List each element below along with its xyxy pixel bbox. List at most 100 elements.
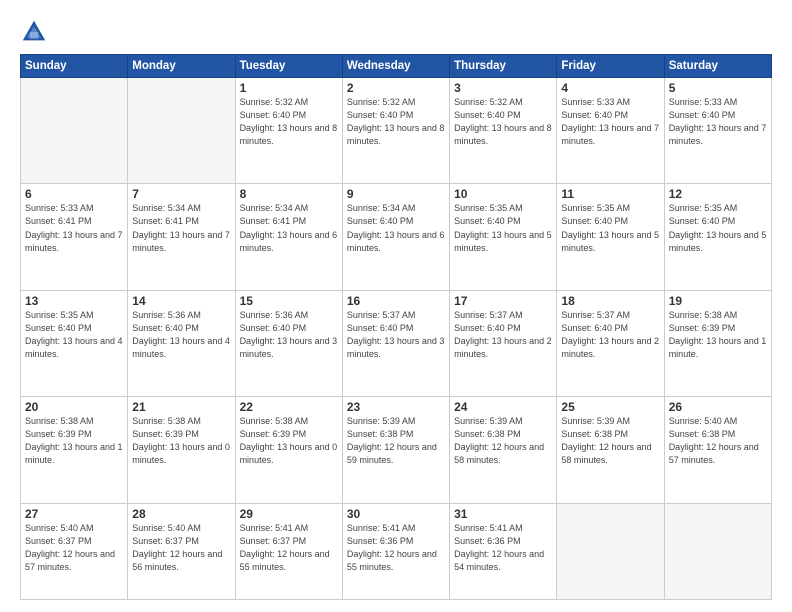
calendar-cell: 13Sunrise: 5:35 AM Sunset: 6:40 PM Dayli… <box>21 290 128 396</box>
calendar-cell: 21Sunrise: 5:38 AM Sunset: 6:39 PM Dayli… <box>128 397 235 503</box>
day-number: 27 <box>25 507 123 521</box>
day-number: 21 <box>132 400 230 414</box>
calendar-cell: 7Sunrise: 5:34 AM Sunset: 6:41 PM Daylig… <box>128 184 235 290</box>
day-info: Sunrise: 5:35 AM Sunset: 6:40 PM Dayligh… <box>454 202 552 254</box>
day-info: Sunrise: 5:41 AM Sunset: 6:36 PM Dayligh… <box>454 522 552 574</box>
day-number: 9 <box>347 187 445 201</box>
day-info: Sunrise: 5:39 AM Sunset: 6:38 PM Dayligh… <box>454 415 552 467</box>
calendar-cell <box>128 78 235 184</box>
weekday-header-monday: Monday <box>128 55 235 78</box>
day-number: 1 <box>240 81 338 95</box>
day-info: Sunrise: 5:41 AM Sunset: 6:37 PM Dayligh… <box>240 522 338 574</box>
day-info: Sunrise: 5:35 AM Sunset: 6:40 PM Dayligh… <box>669 202 767 254</box>
day-number: 15 <box>240 294 338 308</box>
day-info: Sunrise: 5:33 AM Sunset: 6:41 PM Dayligh… <box>25 202 123 254</box>
calendar-cell: 23Sunrise: 5:39 AM Sunset: 6:38 PM Dayli… <box>342 397 449 503</box>
calendar-cell: 2Sunrise: 5:32 AM Sunset: 6:40 PM Daylig… <box>342 78 449 184</box>
week-row-2: 6Sunrise: 5:33 AM Sunset: 6:41 PM Daylig… <box>21 184 772 290</box>
day-info: Sunrise: 5:32 AM Sunset: 6:40 PM Dayligh… <box>454 96 552 148</box>
day-info: Sunrise: 5:41 AM Sunset: 6:36 PM Dayligh… <box>347 522 445 574</box>
day-number: 4 <box>561 81 659 95</box>
calendar-cell: 16Sunrise: 5:37 AM Sunset: 6:40 PM Dayli… <box>342 290 449 396</box>
day-number: 29 <box>240 507 338 521</box>
calendar-cell: 25Sunrise: 5:39 AM Sunset: 6:38 PM Dayli… <box>557 397 664 503</box>
day-info: Sunrise: 5:32 AM Sunset: 6:40 PM Dayligh… <box>240 96 338 148</box>
day-number: 28 <box>132 507 230 521</box>
week-row-4: 20 Sunrise: 5:38 AM Sunset: 6:39 PM Dayli… <box>21 397 772 503</box>
weekday-header-row: SundayMondayTuesdayWednesdayThursdayFrid… <box>21 55 772 78</box>
day-info: Sunrise: 5:38 AM Sunset: 6:39 PM Dayligh… <box>669 309 767 361</box>
day-info: Sunrise: 5:40 AM Sunset: 6:37 PM Dayligh… <box>25 522 123 574</box>
weekday-header-tuesday: Tuesday <box>235 55 342 78</box>
day-number: 26 <box>669 400 767 414</box>
calendar-cell: 4Sunrise: 5:33 AM Sunset: 6:40 PM Daylig… <box>557 78 664 184</box>
weekday-header-wednesday: Wednesday <box>342 55 449 78</box>
day-number: 13 <box>25 294 123 308</box>
day-info: Sunrise: 5:34 AM Sunset: 6:41 PM Dayligh… <box>132 202 230 254</box>
day-info: Sunrise: 5:33 AM Sunset: 6:40 PM Dayligh… <box>669 96 767 148</box>
day-number: 3 <box>454 81 552 95</box>
calendar-cell: 10Sunrise: 5:35 AM Sunset: 6:40 PM Dayli… <box>450 184 557 290</box>
day-info: Sunrise: 5:37 AM Sunset: 6:40 PM Dayligh… <box>347 309 445 361</box>
day-info: Sunrise: 5:39 AM Sunset: 6:38 PM Dayligh… <box>347 415 445 467</box>
calendar-cell: 27Sunrise: 5:40 AM Sunset: 6:37 PM Dayli… <box>21 503 128 599</box>
calendar-cell: 20Sunrise: 5:38 AM Sunset: 6:39 PM Dayli… <box>21 397 128 503</box>
day-info: Sunrise: 5:35 AM Sunset: 6:40 PM Dayligh… <box>561 202 659 254</box>
header <box>20 18 772 46</box>
day-info: Sunrise: 5:38 AM Sunset: 6:39 PM Dayligh… <box>132 415 230 467</box>
day-number: 10 <box>454 187 552 201</box>
weekday-header-thursday: Thursday <box>450 55 557 78</box>
day-info: Sunrise: 5:36 AM Sunset: 6:40 PM Dayligh… <box>240 309 338 361</box>
calendar-cell: 3Sunrise: 5:32 AM Sunset: 6:40 PM Daylig… <box>450 78 557 184</box>
calendar-cell: 19Sunrise: 5:38 AM Sunset: 6:39 PM Dayli… <box>664 290 771 396</box>
calendar: SundayMondayTuesdayWednesdayThursdayFrid… <box>20 54 772 600</box>
calendar-cell: 9Sunrise: 5:34 AM Sunset: 6:40 PM Daylig… <box>342 184 449 290</box>
calendar-cell: 14Sunrise: 5:36 AM Sunset: 6:40 PM Dayli… <box>128 290 235 396</box>
day-number: 31 <box>454 507 552 521</box>
logo <box>20 18 52 46</box>
day-number: 17 <box>454 294 552 308</box>
day-number: 7 <box>132 187 230 201</box>
day-number: 14 <box>132 294 230 308</box>
day-number: 16 <box>347 294 445 308</box>
calendar-cell: 26Sunrise: 5:40 AM Sunset: 6:38 PM Dayli… <box>664 397 771 503</box>
day-number: 30 <box>347 507 445 521</box>
day-number: 2 <box>347 81 445 95</box>
calendar-cell: 15Sunrise: 5:36 AM Sunset: 6:40 PM Dayli… <box>235 290 342 396</box>
day-info: Sunrise: 5:36 AM Sunset: 6:40 PM Dayligh… <box>132 309 230 361</box>
calendar-cell: 1Sunrise: 5:32 AM Sunset: 6:40 PM Daylig… <box>235 78 342 184</box>
calendar-cell: 30Sunrise: 5:41 AM Sunset: 6:36 PM Dayli… <box>342 503 449 599</box>
day-number: 11 <box>561 187 659 201</box>
day-info: Sunrise: 5:33 AM Sunset: 6:40 PM Dayligh… <box>561 96 659 148</box>
calendar-cell: 5Sunrise: 5:33 AM Sunset: 6:40 PM Daylig… <box>664 78 771 184</box>
day-number: 19 <box>669 294 767 308</box>
day-info: Sunrise: 5:39 AM Sunset: 6:38 PM Dayligh… <box>561 415 659 467</box>
calendar-cell: 31Sunrise: 5:41 AM Sunset: 6:36 PM Dayli… <box>450 503 557 599</box>
day-info: Sunrise: 5:38 AM Sunset: 6:39 PM Dayligh… <box>240 415 338 467</box>
calendar-cell <box>21 78 128 184</box>
page: SundayMondayTuesdayWednesdayThursdayFrid… <box>0 0 792 612</box>
week-row-1: 1Sunrise: 5:32 AM Sunset: 6:40 PM Daylig… <box>21 78 772 184</box>
weekday-header-friday: Friday <box>557 55 664 78</box>
day-number: 20 <box>25 400 123 414</box>
calendar-cell: 12Sunrise: 5:35 AM Sunset: 6:40 PM Dayli… <box>664 184 771 290</box>
day-number: 24 <box>454 400 552 414</box>
day-info: Sunrise: 5:40 AM Sunset: 6:38 PM Dayligh… <box>669 415 767 467</box>
week-row-5: 27Sunrise: 5:40 AM Sunset: 6:37 PM Dayli… <box>21 503 772 599</box>
day-number: 5 <box>669 81 767 95</box>
weekday-header-saturday: Saturday <box>664 55 771 78</box>
day-number: 22 <box>240 400 338 414</box>
day-info: Sunrise: 5:35 AM Sunset: 6:40 PM Dayligh… <box>25 309 123 361</box>
day-number: 8 <box>240 187 338 201</box>
calendar-cell: 8Sunrise: 5:34 AM Sunset: 6:41 PM Daylig… <box>235 184 342 290</box>
calendar-cell: 11Sunrise: 5:35 AM Sunset: 6:40 PM Dayli… <box>557 184 664 290</box>
day-number: 23 <box>347 400 445 414</box>
day-info: Sunrise: 5:32 AM Sunset: 6:40 PM Dayligh… <box>347 96 445 148</box>
calendar-cell: 17Sunrise: 5:37 AM Sunset: 6:40 PM Dayli… <box>450 290 557 396</box>
day-info: Sunrise: 5:37 AM Sunset: 6:40 PM Dayligh… <box>561 309 659 361</box>
day-number: 12 <box>669 187 767 201</box>
calendar-cell: 6Sunrise: 5:33 AM Sunset: 6:41 PM Daylig… <box>21 184 128 290</box>
day-number: 6 <box>25 187 123 201</box>
day-info: Sunrise: 5:40 AM Sunset: 6:37 PM Dayligh… <box>132 522 230 574</box>
calendar-cell: 18Sunrise: 5:37 AM Sunset: 6:40 PM Dayli… <box>557 290 664 396</box>
